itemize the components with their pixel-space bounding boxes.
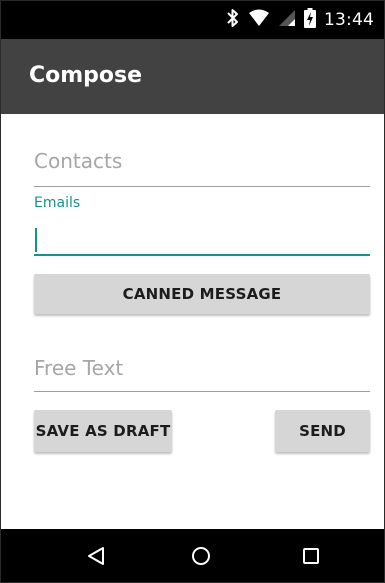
status-icons: 13:44 [226, 1, 374, 39]
text-cursor [35, 228, 37, 252]
back-icon[interactable] [76, 529, 116, 582]
contacts-placeholder: Contacts [34, 149, 123, 173]
send-button[interactable]: SEND [275, 410, 370, 452]
bluetooth-icon [226, 8, 240, 33]
home-icon[interactable] [181, 529, 221, 582]
contacts-field[interactable]: Contacts [34, 149, 370, 187]
emails-label: Emails [34, 195, 81, 211]
page-title: Compose [29, 63, 143, 88]
emails-field[interactable] [34, 219, 370, 256]
wifi-icon [248, 9, 270, 32]
clock: 13:44 [324, 10, 374, 30]
contacts-underline [34, 186, 370, 187]
signal-icon [278, 9, 296, 32]
free-text-underline [34, 391, 370, 392]
app-bar: Compose [1, 39, 384, 114]
compose-form: Contacts Emails CANNED MESSAGE Free Text… [1, 114, 384, 531]
status-bar: 13:44 [1, 1, 384, 39]
canned-message-button[interactable]: CANNED MESSAGE [34, 274, 370, 314]
recents-icon[interactable] [291, 529, 331, 582]
free-text-placeholder: Free Text [34, 356, 124, 380]
save-draft-button[interactable]: SAVE AS DRAFT [34, 410, 172, 452]
free-text-field[interactable]: Free Text [34, 356, 370, 392]
navigation-bar [1, 529, 384, 582]
emails-underline [34, 254, 370, 256]
battery-icon [304, 7, 316, 33]
